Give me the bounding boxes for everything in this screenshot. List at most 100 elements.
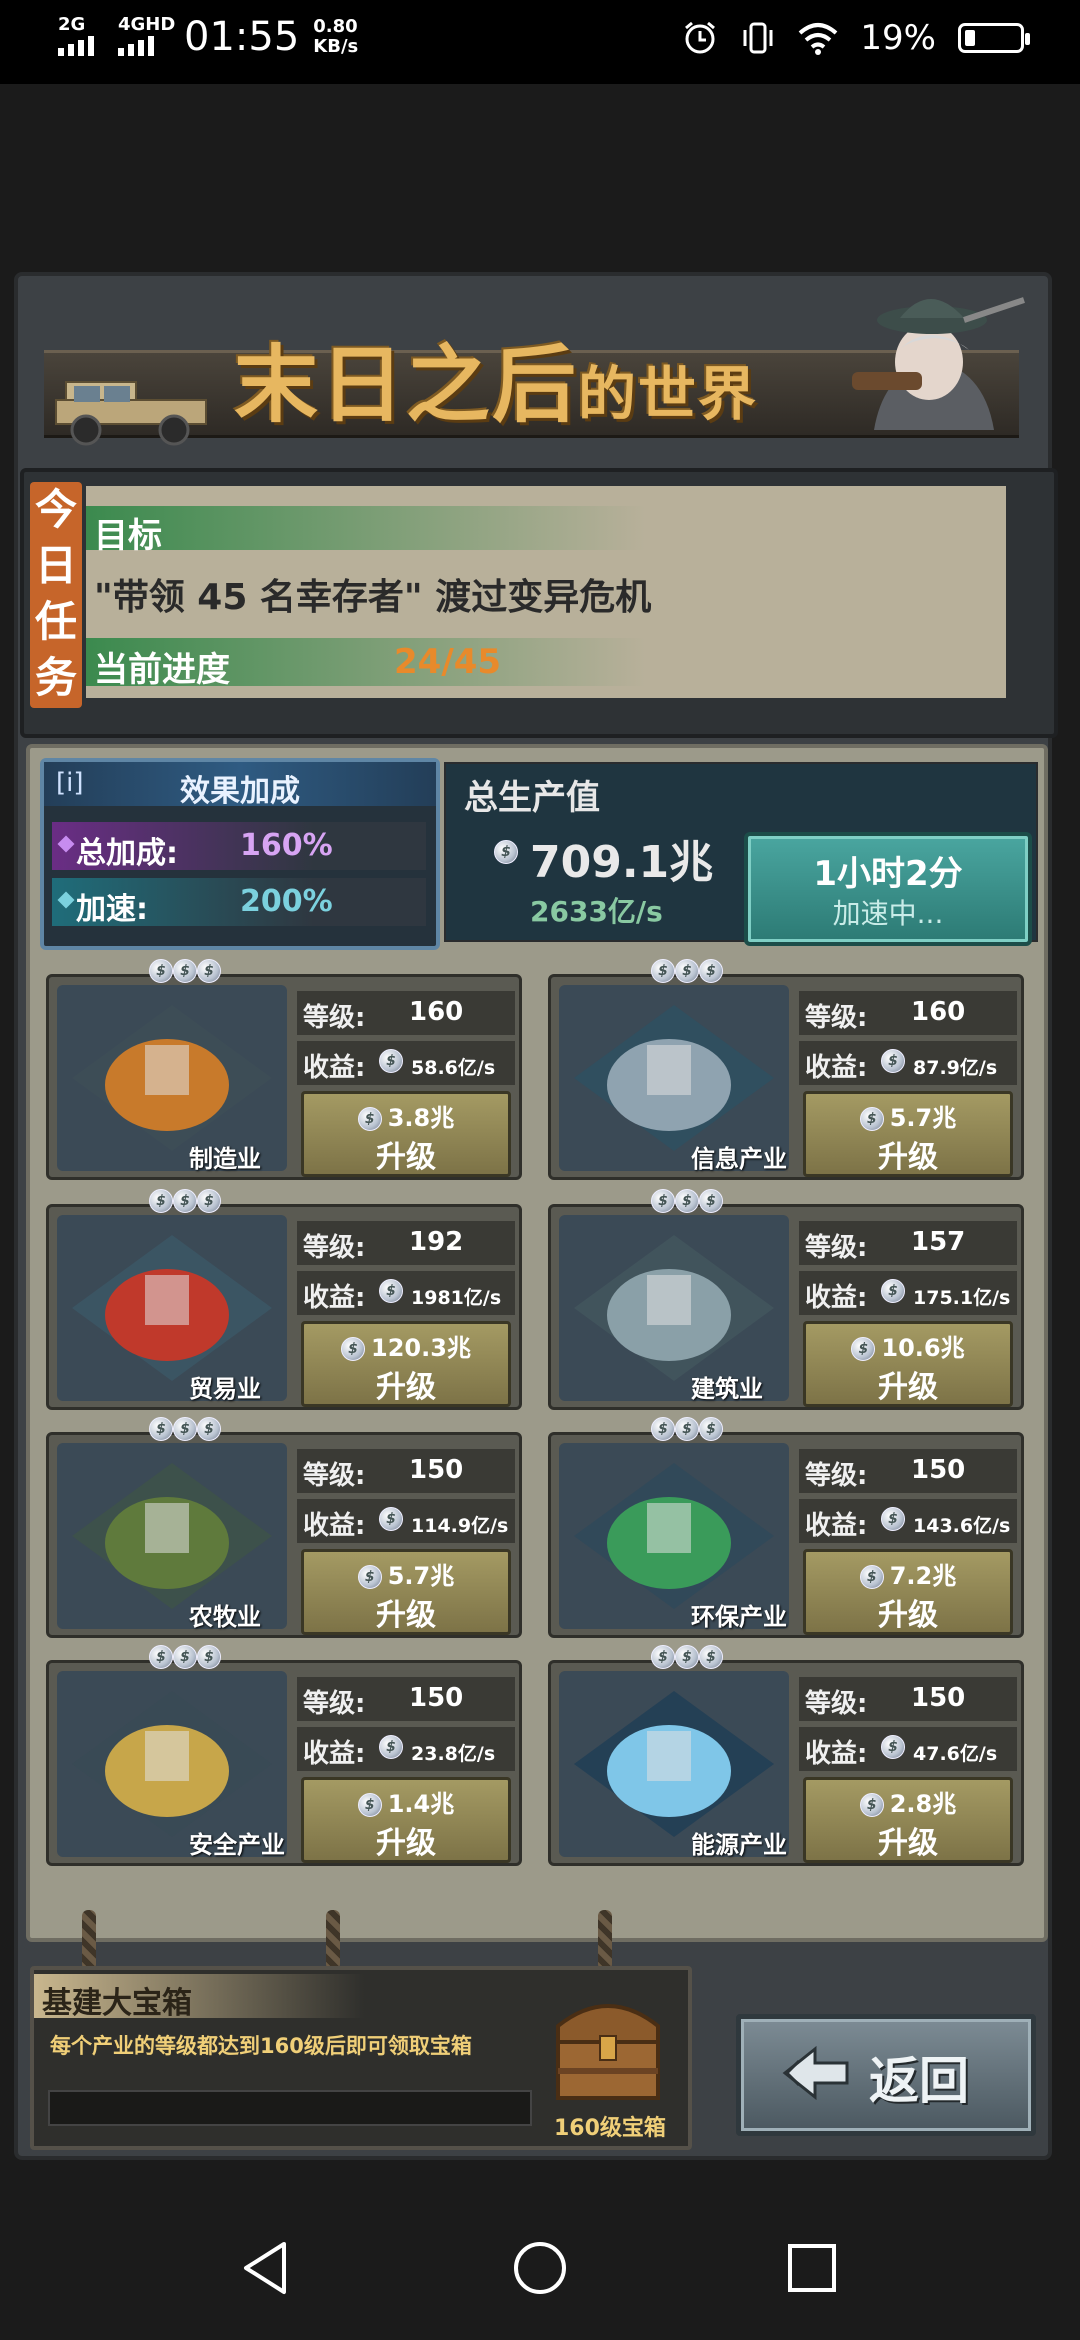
speed-bonus-row: 加速: 200%	[52, 878, 426, 927]
coin-stack-icon[interactable]: $ $ $	[149, 1645, 221, 1669]
upgrade-label: 升级	[376, 1598, 436, 1633]
coin-stack-icon[interactable]: $ $ $	[651, 1645, 723, 1669]
income-value: 47.6亿/s	[913, 1743, 998, 1765]
total-bonus-label: 总加成:	[76, 836, 178, 871]
daily-task-tab: 今 日 任 务	[30, 482, 82, 708]
coin-icon: $	[357, 1793, 382, 1817]
network-speed-value: 0.80	[313, 16, 358, 37]
network-speed-unit: KB/s	[313, 36, 359, 57]
industry-card: $ $ $ 安全产业 等级: 150 收益: $ 23.8亿/s $1.4兆 升级	[46, 1645, 522, 1866]
upgrade-button[interactable]: $5.7兆 升级	[301, 1549, 511, 1635]
battery-icon	[958, 23, 1030, 53]
accelerate-status: 加速中...	[832, 897, 944, 930]
coin-stack-icon[interactable]: $ $ $	[651, 1417, 723, 1441]
upgrade-label: 升级	[376, 1140, 436, 1175]
income-value: 114.9亿/s	[411, 1515, 509, 1537]
upgrade-cost: 7.2兆	[889, 1562, 957, 1590]
battery-percentage: 19%	[860, 18, 936, 58]
income-value: 58.6亿/s	[411, 1057, 496, 1079]
daily-task-panel: 今 日 任 务 目标 "带领 45 名幸存者" 渡过变异危机 当前进度 24/4…	[20, 468, 1058, 738]
game-title-suffix: 的世界	[578, 360, 759, 428]
level-label: 等级:	[805, 1461, 868, 1491]
progress-value: 24/45	[394, 642, 502, 682]
chest-progress-bar	[48, 2090, 532, 2126]
chest-title: 基建大宝箱	[42, 1986, 192, 2021]
coin-icon: $	[859, 1107, 884, 1131]
speed-bonus-label: 加速:	[76, 892, 148, 927]
upgrade-button[interactable]: $3.8兆 升级	[301, 1091, 511, 1177]
level-label: 等级:	[805, 1003, 868, 1033]
task-tab-char: 任	[34, 597, 77, 646]
treasure-chest-icon[interactable]	[538, 1976, 678, 2116]
income-label: 收益:	[805, 1283, 868, 1313]
task-tab-char: 务	[34, 653, 77, 702]
upgrade-label: 升级	[878, 1598, 938, 1633]
income-label: 收益:	[303, 1739, 366, 1769]
upgrade-cost: 2.8兆	[889, 1790, 957, 1818]
income-row: 收益: $ 23.8亿/s	[297, 1727, 515, 1771]
level-row: 等级: 160	[297, 991, 515, 1035]
upgrade-cost: 10.6兆	[881, 1334, 965, 1362]
coin-icon: $	[494, 840, 518, 864]
signal-type-label-2: 4GHD	[118, 14, 176, 35]
coin-icon: $	[357, 1565, 382, 1589]
upgrade-label: 升级	[376, 1826, 436, 1861]
recents-nav-icon[interactable]	[784, 2238, 840, 2298]
income-label: 收益:	[805, 1739, 868, 1769]
level-label: 等级:	[303, 1003, 366, 1033]
upgrade-button[interactable]: $1.4兆 升级	[301, 1777, 511, 1863]
coin-stack-icon[interactable]: $ $ $	[149, 1189, 221, 1213]
task-tab-char: 今	[34, 485, 77, 534]
income-row: 收益: $ 58.6亿/s	[297, 1041, 515, 1085]
upgrade-button[interactable]: $5.7兆 升级	[803, 1091, 1013, 1177]
upgrade-button[interactable]: $7.2兆 升级	[803, 1549, 1013, 1635]
bonus-panel: [i] 效果加成 总加成: 160% 加速: 200%	[40, 758, 440, 950]
level-row: 等级: 150	[297, 1677, 515, 1721]
vibrate-icon	[743, 22, 773, 54]
income-label: 收益:	[805, 1511, 868, 1541]
industry-name: 农牧业	[189, 1603, 261, 1631]
signal-icon: 2G	[56, 14, 106, 60]
upgrade-button[interactable]: $120.3兆 升级	[301, 1321, 511, 1407]
output-total: 709.1兆	[530, 837, 714, 888]
industry-name: 环保产业	[691, 1603, 787, 1631]
progress-label: 当前进度	[94, 650, 230, 690]
industry-name: 贸易业	[189, 1375, 261, 1403]
upgrade-button[interactable]: $2.8兆 升级	[803, 1777, 1013, 1863]
home-nav-icon[interactable]	[512, 2238, 568, 2298]
level-value: 150	[911, 1455, 966, 1485]
level-value: 157	[911, 1227, 966, 1257]
level-value: 192	[409, 1227, 464, 1257]
accelerate-button[interactable]: 1小时2分 加速中...	[744, 832, 1032, 946]
coin-stack-icon[interactable]: $ $ $	[149, 959, 221, 983]
level-row: 等级: 160	[799, 991, 1017, 1035]
task-card: 目标 "带领 45 名幸存者" 渡过变异危机 当前进度 24/45	[86, 486, 1006, 698]
level-row: 等级: 157	[799, 1221, 1017, 1265]
chest-description: 每个产业的等级都达到160级后即可领取宝箱	[50, 2034, 472, 2058]
back-button[interactable]: 返回	[736, 2014, 1036, 2136]
upgrade-cost: 5.7兆	[889, 1104, 957, 1132]
bonus-title: 效果加成	[180, 774, 300, 809]
upgrade-cost: 3.8兆	[387, 1104, 455, 1132]
coin-icon: $	[881, 1507, 905, 1531]
double-arrow-left-icon	[782, 2045, 849, 2101]
coin-stack-icon[interactable]: $ $ $	[651, 1189, 723, 1213]
income-row: 收益: $ 1981亿/s	[297, 1271, 515, 1315]
industry-name: 建筑业	[691, 1375, 763, 1403]
level-row: 等级: 192	[297, 1221, 515, 1265]
title-banner: 末日之后的世界	[34, 290, 1025, 460]
coin-icon: $	[341, 1337, 366, 1361]
upgrade-cost: 120.3兆	[371, 1334, 471, 1362]
industry-card: $ $ $ 建筑业 等级: 157 收益: $ 175.1亿/s $10.6兆 升级	[548, 1189, 1024, 1410]
upgrade-button[interactable]: $10.6兆 升级	[803, 1321, 1013, 1407]
coin-stack-icon[interactable]: $ $ $	[149, 1417, 221, 1441]
back-nav-icon[interactable]	[238, 2238, 294, 2298]
level-label: 等级:	[303, 1689, 366, 1719]
income-label: 收益:	[303, 1283, 366, 1313]
industry-card: $ $ $ 制造业 等级: 160 收益: $ 58.6亿/s $3.8兆 升级	[46, 959, 522, 1180]
back-button-label: 返回	[869, 2052, 969, 2110]
industry-name: 能源产业	[691, 1831, 787, 1859]
coin-icon: $	[357, 1107, 382, 1131]
coin-stack-icon[interactable]: $ $ $	[651, 959, 723, 983]
industry-card: $ $ $ 农牧业 等级: 150 收益: $ 114.9亿/s $5.7兆 升级	[46, 1417, 522, 1638]
